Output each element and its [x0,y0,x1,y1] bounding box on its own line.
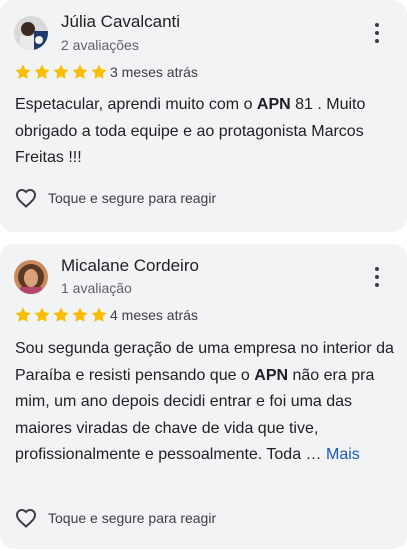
review-text: Sou segunda geração de uma empresa no in… [15,340,394,463]
more-link[interactable]: Mais [326,446,360,463]
review-time: 3 meses atrás [110,64,198,80]
star-icon [15,64,31,79]
star-icon [72,64,88,79]
review-text: Espetacular, aprendi muito com o APN 81 … [15,96,366,166]
star-icon [72,307,88,322]
react-button[interactable]: Toque e segure para reagir [14,186,216,210]
more-options-button[interactable] [367,265,387,289]
star-icon [91,64,107,79]
star-icon [34,307,50,322]
star-icon [53,64,69,79]
more-vert-icon [375,267,379,271]
react-label: Toque e segure para reagir [48,190,217,206]
review-time: 4 meses atrás [110,307,198,323]
star-rating [14,63,108,81]
more-vert-icon [375,23,379,27]
avatar[interactable] [14,260,48,294]
reviewer-name[interactable]: Micalane Cordeiro [61,256,199,276]
reviewer-name[interactable]: Júlia Cavalcanti [61,12,180,32]
react-button[interactable]: Toque e segure para reagir [14,506,216,530]
star-rating [14,306,108,324]
review-card: Micalane Cordeiro 1 avaliação 4 meses at… [0,244,407,549]
more-options-button[interactable] [367,21,387,45]
heart-outline-icon [15,188,37,208]
react-label: Toque e segure para reagir [48,510,217,526]
review-count: 2 avaliações [61,37,139,53]
review-count: 1 avaliação [61,280,132,296]
star-icon [34,64,50,79]
star-icon [15,307,31,322]
avatar[interactable] [14,16,48,50]
star-icon [91,307,107,322]
heart-outline-icon [15,508,37,528]
star-icon [53,307,69,322]
review-card: Júlia Cavalcanti 2 avaliações 3 meses at… [0,0,407,232]
